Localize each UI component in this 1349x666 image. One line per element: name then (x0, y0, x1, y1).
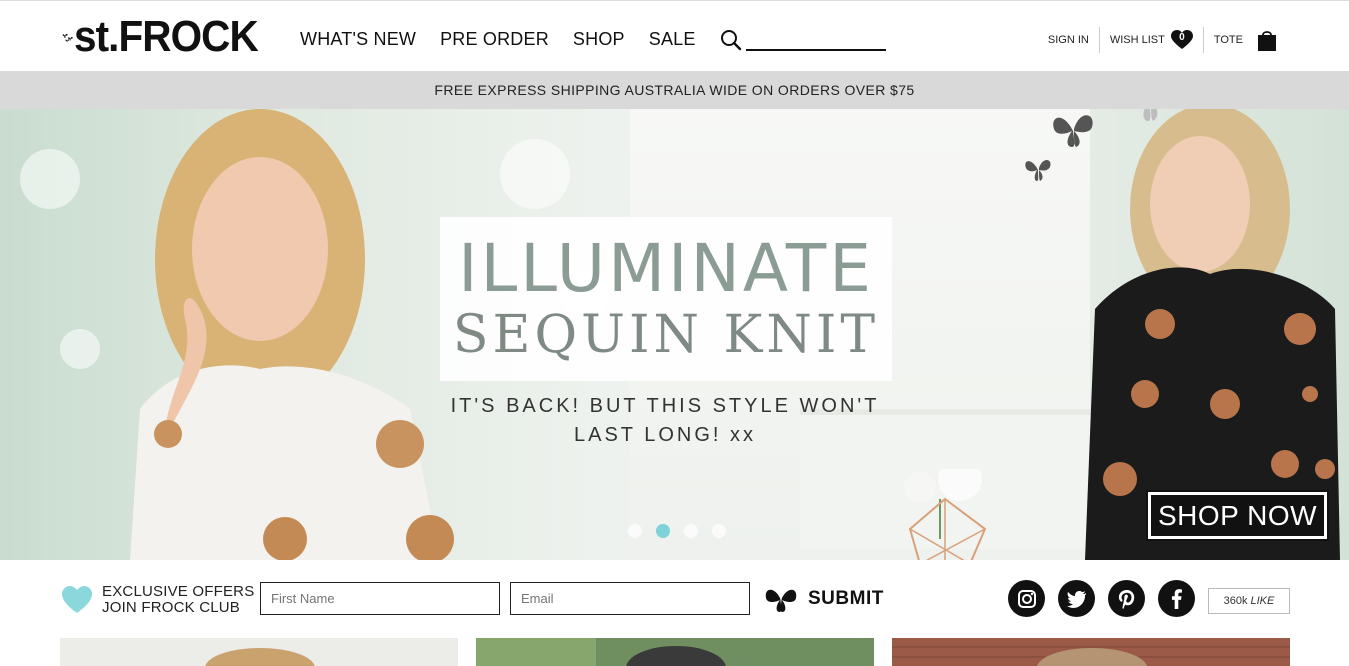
search-bar (720, 29, 886, 51)
facebook-like-count[interactable]: 360k LIKE (1208, 588, 1290, 614)
twitter-icon[interactable] (1058, 580, 1095, 617)
carousel-dot[interactable] (628, 524, 642, 538)
sign-in-link[interactable]: SIGN IN (1038, 27, 1099, 53)
facebook-icon[interactable] (1158, 580, 1195, 617)
site-logo[interactable]: st.FROCK (62, 9, 274, 65)
shipping-banner: FREE EXPRESS SHIPPING AUSTRALIA WIDE ON … (0, 71, 1349, 109)
butterfly-logo-icon (62, 33, 73, 43)
logo-wordmark: st.FROCK (74, 12, 259, 61)
heart-icon (62, 586, 92, 613)
club-text: EXCLUSIVE OFFERS JOIN FROCK CLUB (102, 584, 254, 616)
carousel-dot[interactable] (684, 524, 698, 538)
main-nav: WHAT'S NEW PRE ORDER SHOP SALE (300, 29, 696, 50)
site-header: st.FROCK WHAT'S NEW PRE ORDER SHOP SALE … (0, 0, 1349, 71)
butterfly-decoration-icon (1053, 115, 1093, 147)
likes-count: 360k (1223, 595, 1248, 607)
carousel-dot[interactable] (712, 524, 726, 538)
sign-in-label: SIGN IN (1047, 34, 1089, 46)
hero-tagline: IT'S BACK! BUT THIS STYLE WON'T LAST LON… (430, 392, 900, 450)
carousel-pagination (628, 524, 726, 538)
likes-suffix: LIKE (1250, 595, 1275, 607)
product-tile-image[interactable] (476, 638, 874, 666)
search-input[interactable] (746, 29, 886, 51)
wish-list-link[interactable]: WISH LIST 0 (1098, 27, 1203, 53)
wish-list-heart-icon: 0 (1170, 30, 1193, 50)
wish-list-count: 0 (1179, 32, 1185, 43)
pinterest-icon[interactable] (1108, 580, 1145, 617)
shop-now-button[interactable]: SHOP NOW (1146, 490, 1329, 541)
hero-headline-secondary: SEQUIN KNIT (452, 305, 880, 365)
model-left-image (130, 109, 454, 560)
hero-headline-box: ILLUMINATE SEQUIN KNIT (440, 217, 892, 381)
bokeh-light (20, 149, 80, 209)
carousel-dot-active[interactable] (656, 524, 670, 538)
social-links (1008, 580, 1195, 617)
butterfly-icon (765, 589, 797, 612)
shopping-bag-icon (1258, 31, 1276, 51)
bokeh-light (500, 139, 570, 209)
club-line-2: JOIN FROCK CLUB (102, 599, 241, 616)
butterfly-decoration-icon (1143, 109, 1158, 121)
nav-shop[interactable]: SHOP (573, 29, 625, 50)
club-line-1: EXCLUSIVE OFFERS (102, 583, 255, 600)
butterfly-decoration-icon (1025, 159, 1051, 181)
nav-pre-order[interactable]: PRE ORDER (440, 29, 549, 50)
hero-tagline-line-1: IT'S BACK! BUT THIS STYLE WON'T (450, 395, 880, 417)
nav-sale[interactable]: SALE (649, 29, 696, 50)
email-field[interactable] (510, 582, 750, 615)
bokeh-light (60, 329, 100, 369)
tote-label: TOTE (1213, 34, 1243, 46)
account-links: SIGN IN WISH LIST 0 TOTE (1038, 27, 1287, 53)
search-icon[interactable] (720, 29, 742, 51)
planter-decoration (904, 469, 987, 560)
submit-label: SUBMIT (808, 588, 884, 609)
instagram-icon[interactable] (1008, 580, 1045, 617)
hero-headline-primary: ILLUMINATE (458, 230, 874, 307)
first-name-field[interactable] (260, 582, 500, 615)
product-tile-image[interactable] (60, 638, 458, 666)
product-tile-image[interactable] (892, 638, 1290, 666)
tote-link[interactable]: TOTE (1202, 27, 1287, 53)
hero-banner[interactable]: ILLUMINATE SEQUIN KNIT IT'S BACK! BUT TH… (0, 109, 1349, 560)
submit-button[interactable]: SUBMIT (764, 584, 884, 614)
hero-tagline-line-2: LAST LONG! xx (573, 424, 756, 446)
nav-whats-new[interactable]: WHAT'S NEW (300, 29, 416, 50)
wish-list-label: WISH LIST (1109, 34, 1165, 46)
